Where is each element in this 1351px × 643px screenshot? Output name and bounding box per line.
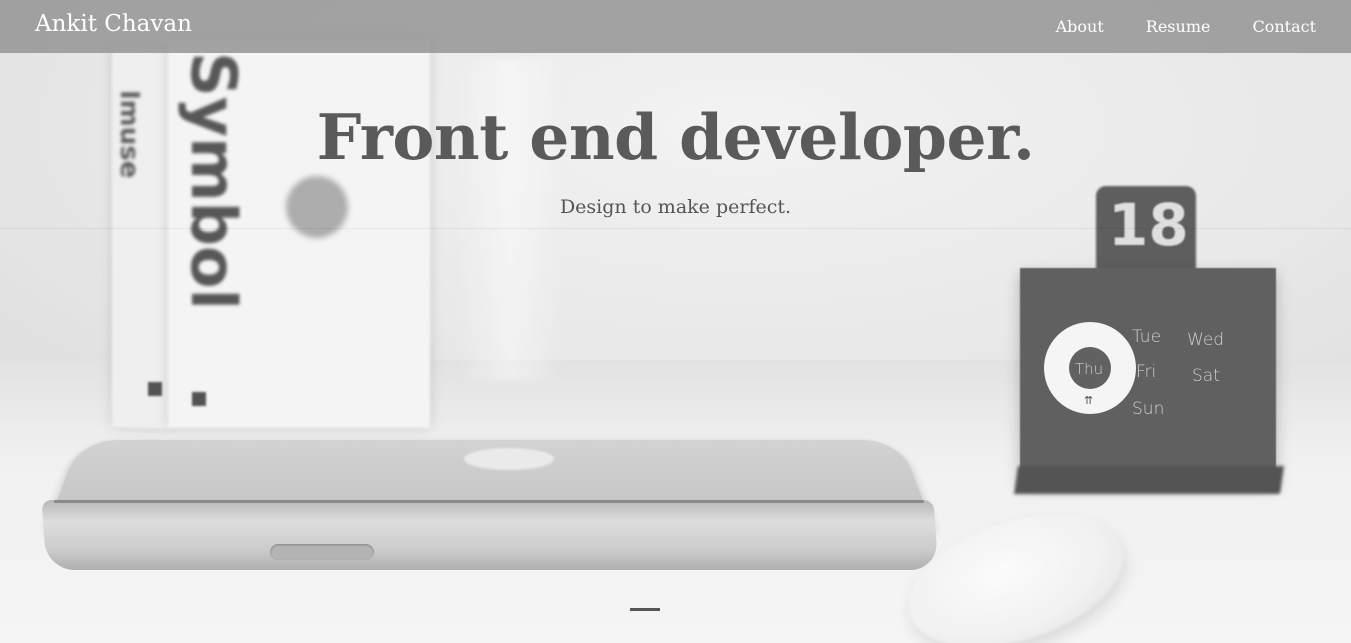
photo-overlay: [0, 0, 1351, 643]
navbar: Ankit Chavan About Resume Contact: [0, 0, 1351, 53]
nav-link-resume[interactable]: Resume: [1146, 17, 1211, 36]
page: Imuse Symbol 18 Thu ⇈ Tue Wed Fri Sat Su…: [0, 0, 1351, 643]
nav-link-contact[interactable]: Contact: [1252, 17, 1316, 36]
hero-subtitle: Design to make perfect.: [559, 196, 792, 218]
hero-title: Front end developer.: [316, 100, 1035, 174]
hero-background-photo: Imuse Symbol 18 Thu ⇈ Tue Wed Fri Sat Su…: [0, 0, 1351, 643]
hero-divider: [0, 228, 1351, 229]
nav-link-about[interactable]: About: [1056, 17, 1104, 36]
brand-link[interactable]: Ankit Chavan: [35, 11, 192, 37]
nav-links: About Resume Contact: [1056, 0, 1316, 53]
